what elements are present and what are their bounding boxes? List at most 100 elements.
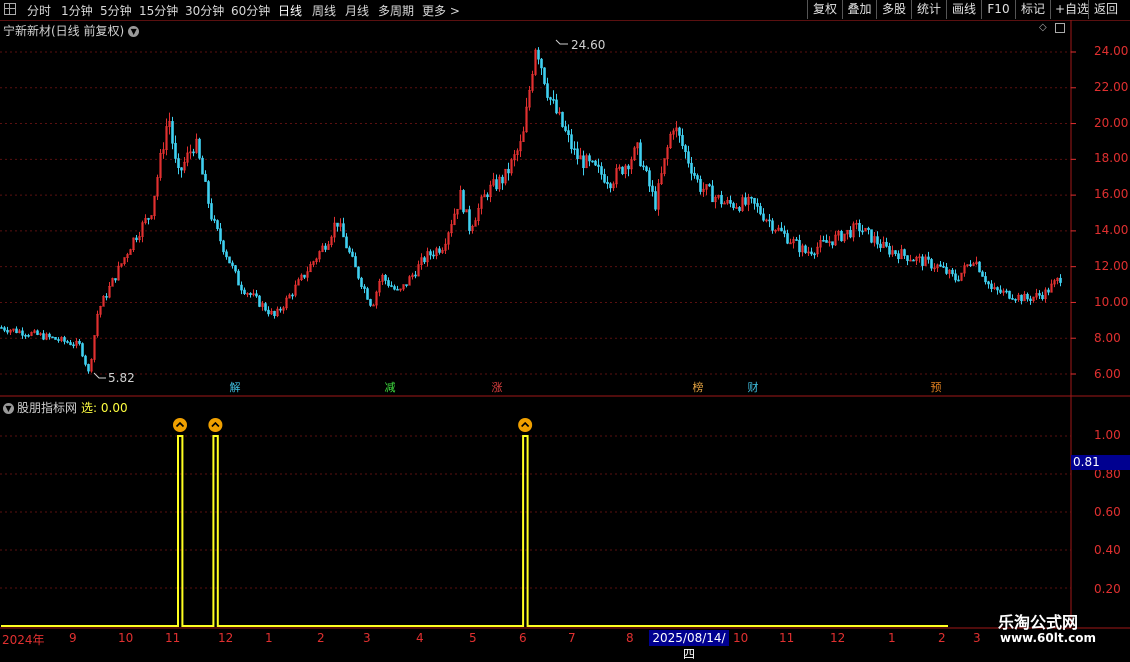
- candle-body: [912, 259, 915, 262]
- candle-body: [753, 197, 756, 204]
- price-tick: 20.00: [1094, 116, 1129, 130]
- event-marker-rise[interactable]: 涨: [490, 381, 504, 395]
- candle-body: [798, 240, 801, 253]
- candle-body: [786, 233, 789, 244]
- candle-body: [696, 175, 699, 180]
- candle-body: [591, 160, 594, 163]
- watermark-title: 乐淘公式网: [998, 613, 1079, 632]
- candle-body: [27, 335, 30, 337]
- candle-body: [369, 299, 372, 306]
- indicator-tick: 0.40: [1094, 543, 1121, 557]
- candle-body: [225, 251, 228, 258]
- candle-body: [867, 227, 870, 230]
- price-tick: 18.00: [1094, 151, 1129, 165]
- candle-body: [729, 200, 732, 204]
- candle-body: [243, 289, 246, 294]
- candle-body: [582, 155, 585, 169]
- price-tick: 12.00: [1094, 259, 1129, 273]
- x-tick: 3: [973, 631, 981, 645]
- candle-body: [861, 230, 864, 233]
- candle-body: [756, 203, 759, 207]
- candle-body: [54, 336, 57, 340]
- event-marker-board[interactable]: 榜: [691, 381, 705, 395]
- candle-body: [1029, 298, 1032, 301]
- x-tick: 10: [118, 631, 134, 645]
- candle-body: [216, 220, 219, 229]
- candle-body: [429, 251, 432, 256]
- candle-body: [204, 173, 207, 182]
- price-tick: 8.00: [1094, 331, 1121, 345]
- candle-body: [366, 288, 369, 300]
- event-marker-unlock[interactable]: 解: [228, 381, 242, 395]
- candle-body: [573, 148, 576, 151]
- price-tick: 24.00: [1094, 44, 1129, 58]
- chevron-down-icon[interactable]: ▼: [128, 26, 140, 37]
- candle-body: [537, 49, 540, 60]
- candle-body: [750, 196, 753, 199]
- candle-body: [1038, 293, 1041, 296]
- x-tick: 10: [733, 631, 749, 645]
- candle-body: [957, 279, 960, 282]
- candle-body: [1020, 294, 1023, 302]
- candle-body: [732, 203, 735, 209]
- candle-body: [279, 308, 282, 311]
- candle-body: [423, 257, 426, 263]
- candle-body: [264, 303, 267, 311]
- stock-title[interactable]: 宁新新材(日线 前复权) ▼: [3, 22, 140, 39]
- chevron-down-icon[interactable]: ▼: [3, 403, 14, 414]
- candle-body: [564, 126, 567, 131]
- candle-body: [903, 249, 906, 256]
- candle-body: [87, 364, 90, 372]
- candle-body: [738, 207, 741, 211]
- candle-body: [237, 270, 240, 286]
- window-toggle-icon[interactable]: [1055, 23, 1065, 33]
- candle-body: [84, 355, 87, 365]
- x-tick: 5: [469, 631, 477, 645]
- candle-body: [1008, 290, 1011, 299]
- candle-body: [576, 148, 579, 159]
- candle-body: [810, 251, 813, 255]
- x-tick: 9: [69, 631, 77, 645]
- candle-body: [1026, 293, 1029, 300]
- candle-body: [231, 262, 234, 266]
- x-tick: 12: [830, 631, 846, 645]
- candle-body: [921, 256, 924, 266]
- candle-body: [273, 310, 276, 317]
- candle-body: [462, 190, 465, 213]
- candle-body: [561, 111, 564, 127]
- candle-body: [759, 206, 762, 215]
- candle-body: [888, 245, 891, 255]
- candle-body: [984, 276, 987, 283]
- candle-body: [324, 245, 327, 250]
- candle-body: [135, 237, 138, 241]
- event-marker-forecast[interactable]: 预: [929, 381, 943, 395]
- x-tick: 6: [519, 631, 527, 645]
- candle-body: [951, 269, 954, 275]
- candle-body: [42, 333, 45, 340]
- candle-body: [621, 166, 624, 174]
- candle-body: [1014, 299, 1017, 301]
- candle-body: [543, 67, 546, 84]
- signal-line: [1, 435, 948, 627]
- candle-body: [15, 328, 18, 334]
- candle-body: [213, 218, 216, 221]
- candle-body: [942, 265, 945, 268]
- candle-body: [600, 166, 603, 175]
- price-tick: 14.00: [1094, 223, 1129, 237]
- x-tick: 2: [938, 631, 946, 645]
- indicator-title[interactable]: ▼ 股朋指标网 选: 0.00: [3, 399, 128, 416]
- x-tick: 4: [416, 631, 424, 645]
- candle-body: [1047, 289, 1050, 293]
- kline-chart[interactable]: [0, 0, 1130, 650]
- candle-body: [627, 165, 630, 170]
- candle-body: [546, 83, 549, 98]
- candle-body: [105, 296, 108, 298]
- candle-body: [849, 229, 852, 238]
- candle-body: [711, 185, 714, 203]
- candle-body: [255, 293, 258, 297]
- candle-body: [708, 184, 711, 187]
- event-marker-reduce[interactable]: 减: [383, 381, 397, 395]
- diamond-icon[interactable]: ◇: [1039, 23, 1049, 33]
- event-marker-finance[interactable]: 财: [746, 381, 760, 395]
- candle-body: [879, 243, 882, 248]
